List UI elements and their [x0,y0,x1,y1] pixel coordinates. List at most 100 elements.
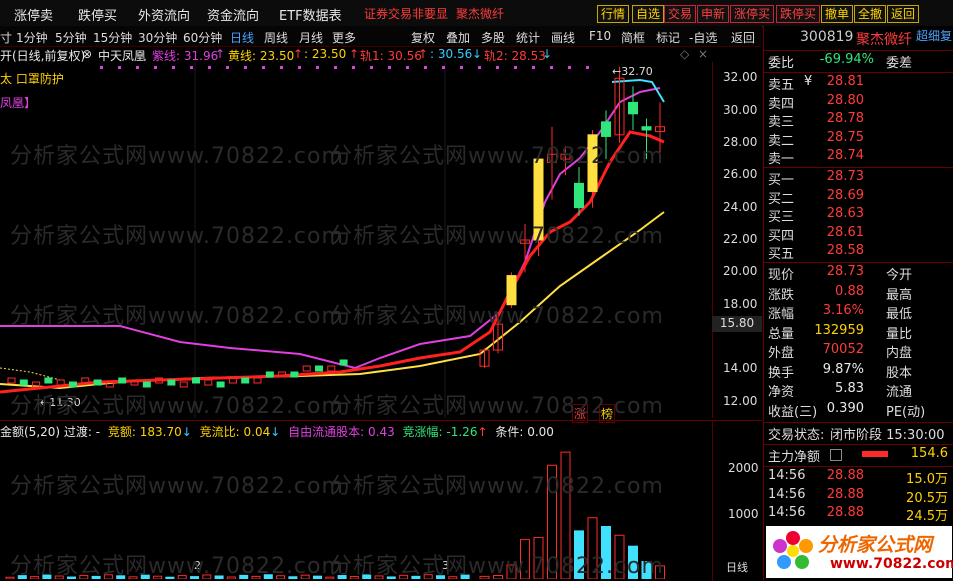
daily-corner-label[interactable]: 日线 [726,559,748,575]
nav-foreign-flow[interactable]: 外资流向 [138,5,190,24]
vol-tick-2000: 2000 [728,461,759,475]
stat-label2: 最高 [886,287,913,303]
chart-subtitle: 太 口罩防护 [0,72,64,86]
stat-label2: 股本 [886,365,913,381]
period-weekly[interactable]: 周线 [264,29,288,46]
marker-dot [406,66,409,69]
stat-row: 现价 28.73 今开 [766,264,952,283]
legend-arrow-icon: ↑ [293,47,304,61]
legend-arrow-icon: ↑ [418,47,429,61]
tick-row: 14:56 28.88 20.5万 [766,487,952,506]
buy-price: 28.58 [826,243,864,258]
marker-dot [460,66,463,69]
nav-stock-name[interactable]: 聚杰微纤 [456,5,504,22]
trade-button[interactable]: 交易 [664,5,697,23]
tick-row: 14:56 28.88 15.0万 [766,468,952,487]
stat-value: 132959 [814,322,864,338]
marker-dot [136,66,139,69]
indicator-jing-zhang: 竞涨幅: -1.26 [402,425,478,439]
top-nav: 涨停卖 跌停买 外资流向 资金流向 ETF数据表 证券交易非要显 聚杰微纤 行情… [0,0,953,27]
nav-stock-tab[interactable]: 证券交易非要显 [364,5,448,22]
shenxin-button[interactable]: 申新 [697,5,730,23]
stat-value: 0.390 [826,400,864,416]
period-1min[interactable]: 1分钟 [16,29,48,46]
multi-stock-button[interactable]: 多股 [481,29,505,46]
marker-dot [154,66,157,69]
period-monthly[interactable]: 月线 [299,29,323,46]
stat-label: 现价 [768,268,795,283]
watermark: 分析家公式网www.70822.com [330,474,664,499]
buy-row: 买二 28.69 [766,188,952,207]
tick-price: 28.88 [826,468,864,483]
logo-url: www.70822.com [830,556,953,572]
price-tick-label: 14.00 [723,361,758,376]
marker-dot [442,66,445,69]
draw-line-button[interactable]: 画线 [551,29,575,46]
period-60min[interactable]: 60分钟 [183,29,222,46]
weicha-label: 委差 [886,56,913,71]
simple-frame-button[interactable]: 简框 [621,29,645,46]
legend-close-icon[interactable]: × [698,47,708,61]
sell-price: 28.74 [826,148,864,163]
price-tick-label: 20.00 [723,264,758,279]
tick-price: 28.88 [826,505,864,520]
stat-value: 70052 [822,342,864,357]
stock-corner-tag[interactable]: 超细复 [916,27,952,44]
marker-dot [334,66,337,69]
stat-label: 涨跌 [768,287,795,303]
weibi-label: 委比 [768,56,795,71]
cancel-all-button[interactable]: 全撤 [854,5,887,23]
f10-button[interactable]: F10 [589,29,611,43]
period-more[interactable]: 更多 [332,29,356,46]
zixuan-button[interactable]: 自选 [632,5,665,23]
watermark: 分析家公式网www.70822.com [10,144,344,169]
nav-zhangting-sell[interactable]: 涨停卖 [14,5,53,24]
legend-diamond-icon[interactable]: ◇ [680,47,689,61]
overlay-button[interactable]: 叠加 [446,29,470,46]
watermark: 分析家公式网www.70822.com [330,554,664,579]
period-return-button[interactable]: 返回 [731,29,755,46]
trade-status-label: 交易状态: [768,428,825,443]
tick-qty: 15.0万 [906,472,948,487]
nav-dieting-buy[interactable]: 跌停买 [78,5,117,24]
zhangting-buy-button[interactable]: 涨停买 [730,5,775,23]
period-5min[interactable]: 5分钟 [55,29,87,46]
marker-dot [478,66,481,69]
indicator-legend: 金额(5,20) 过渡: - 竞额: 183.70↓ 竞流比: 0.04↓ 自由… [0,423,554,440]
sell-row: 卖二 28.75 [766,130,952,149]
hangqing-button[interactable]: 行情 [597,5,630,23]
candle-small [118,377,127,384]
self-select-button[interactable]: -自选 [689,29,717,46]
arrow-down-icon: ↓ [270,425,281,439]
stat-label2: 量比 [886,326,913,342]
candle-small [167,379,176,386]
stat-row: 收益(三) 0.390 PE(动) [766,400,952,420]
period-daily[interactable]: 日线 [230,29,254,46]
main-net-toggle-icon[interactable] [830,449,842,461]
stat-row: 涨幅 3.16% 最低 [766,303,952,322]
buy-label: 买四 [768,228,795,244]
dieting-buy-button[interactable]: 跌停买 [776,5,821,23]
return-button[interactable]: 返回 [887,5,920,23]
restore-right-button[interactable]: 复权 [411,29,435,46]
watermark: 分析家公式网www.70822.com [10,474,344,499]
marker-dot [532,66,535,69]
buy-price: 28.73 [826,169,864,184]
tick-time: 14:56 [768,505,806,520]
nav-capital-flow[interactable]: 资金流向 [207,5,259,24]
period-30min[interactable]: 30分钟 [138,29,177,46]
legend-expand-icon[interactable]: ⊗ [82,47,92,61]
marker-dot [100,66,103,69]
nav-etf-table[interactable]: ETF数据表 [279,5,342,24]
sell-label: 卖五 [768,78,795,93]
candle-small [192,377,200,384]
period-15min[interactable]: 15分钟 [93,29,132,46]
candle-small [142,381,151,388]
cancel-order-button[interactable]: 撤单 [821,5,854,23]
stat-row: 净资 5.83 流通 [766,381,952,400]
stat-label2: PE(动) [886,404,926,420]
period-fragment[interactable]: 寸 [0,29,12,46]
mark-button[interactable]: 标记 [656,29,680,46]
watermark: 分析家公式网www.70822.com [10,394,344,419]
stats-button[interactable]: 统计 [516,29,540,46]
